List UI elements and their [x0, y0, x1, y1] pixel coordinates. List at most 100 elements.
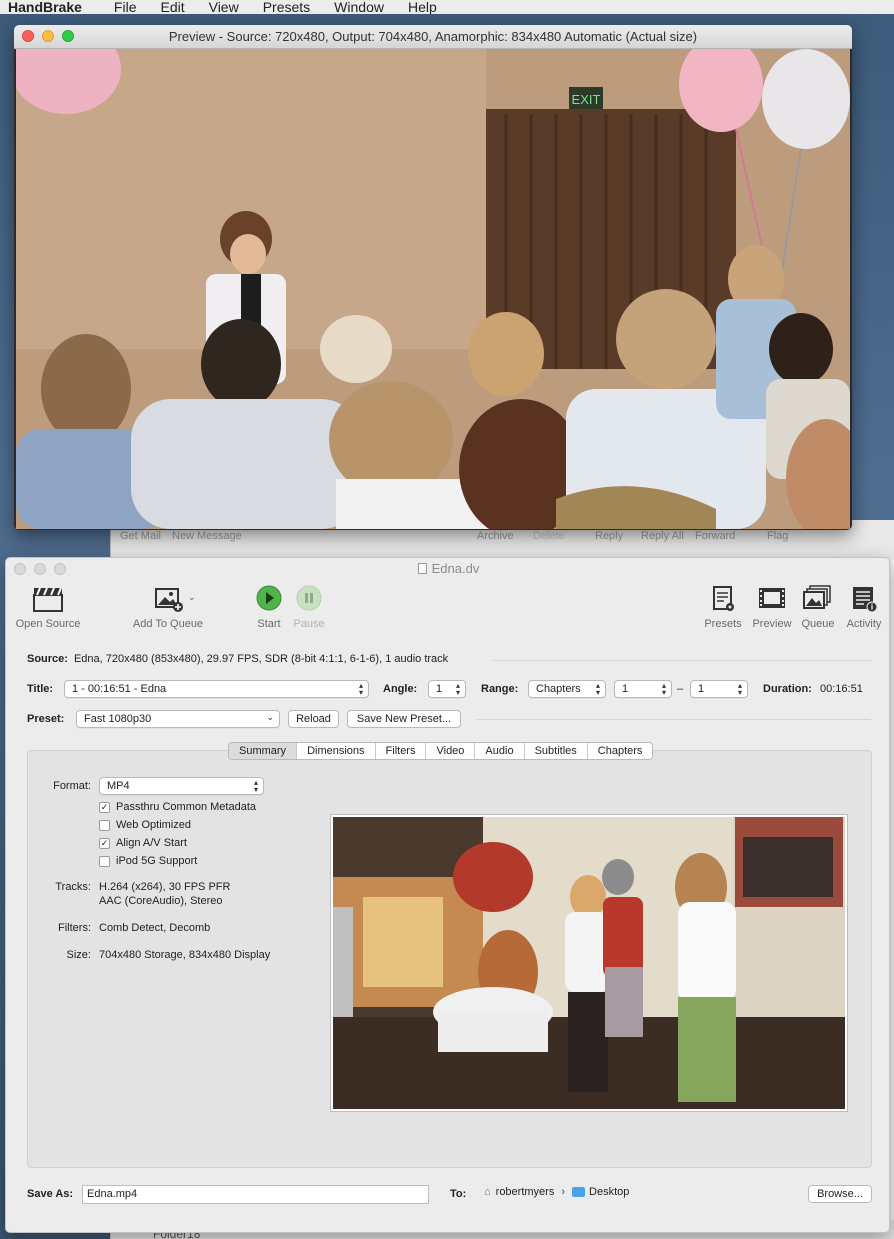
range-end-select[interactable]: 1 ▴ ▾	[690, 680, 748, 698]
chevron-down-icon[interactable]: ⌄	[188, 592, 196, 603]
zoom-icon[interactable]	[62, 30, 74, 42]
tab-audio[interactable]: Audio	[474, 743, 524, 759]
preview-video-frame[interactable]: EXIT	[16, 49, 850, 529]
tab-filters[interactable]: Filters	[374, 743, 426, 759]
save-as-label: Save As:	[27, 1188, 74, 1200]
path-user: robertmyers	[495, 1186, 555, 1198]
checkbox-passthru-metadata[interactable]: ✓ Passthru Common Metadata	[99, 801, 256, 813]
film-strip-icon	[756, 584, 788, 614]
open-source-button[interactable]: Open Source	[12, 584, 84, 630]
checkbox-label: Passthru Common Metadata	[116, 801, 257, 813]
play-icon	[253, 584, 285, 614]
size-label: Size:	[66, 949, 91, 961]
mail-flag[interactable]: Flag	[767, 530, 788, 542]
checkbox-checked-icon: ✓	[99, 837, 110, 849]
source-info: Source: Edna, 720x480 (853x480), 29.97 FP…	[27, 653, 448, 665]
folder-icon	[572, 1187, 586, 1197]
mail-delete[interactable]: Delete	[533, 530, 565, 542]
queue-button[interactable]: Queue	[798, 584, 838, 630]
activity-log-icon	[848, 584, 880, 614]
home-icon: ⌂	[484, 1186, 491, 1198]
updown-arrows-icon: ▴ ▾	[358, 681, 363, 697]
start-label: Start	[257, 618, 281, 630]
checkbox-align-av-start[interactable]: ✓ Align A/V Start	[99, 837, 187, 849]
range-start-value: 1	[622, 683, 629, 695]
minimize-icon[interactable]	[42, 30, 54, 42]
main-window-title: Edna.dv	[6, 558, 889, 580]
tab-summary[interactable]: Summary	[229, 743, 297, 759]
tab-subtitles[interactable]: Subtitles	[523, 743, 587, 759]
pause-icon	[293, 584, 325, 614]
start-button[interactable]: Start	[248, 584, 290, 630]
document-icon	[417, 563, 427, 574]
tab-chapters[interactable]: Chapters	[586, 743, 653, 759]
range-type-select[interactable]: Chapters ▴ ▾	[528, 680, 606, 698]
format-label: Format:	[53, 780, 91, 792]
destination-path[interactable]: ⌂ robertmyers › Desktop	[484, 1186, 629, 1198]
pause-button[interactable]: Pause	[288, 584, 330, 630]
presets-button[interactable]: Presets	[701, 584, 745, 630]
queue-icon	[802, 584, 834, 614]
angle-select-value: 1	[436, 683, 443, 695]
chevron-down-icon: ⌄	[266, 712, 274, 722]
destination-label: To:	[450, 1188, 467, 1200]
tab-dimensions[interactable]: Dimensions	[296, 743, 375, 759]
updown-arrows-icon: ▴ ▾	[737, 681, 742, 697]
save-new-preset-button[interactable]: Save New Preset...	[347, 710, 461, 728]
thumbnail-image	[333, 817, 845, 1109]
mail-get-mail[interactable]: Get Mail	[120, 530, 161, 542]
preview-titlebar: Preview - Source: 720x480, Output: 704x4…	[14, 25, 852, 49]
format-select[interactable]: MP4 ▴ ▾	[99, 777, 264, 795]
pause-label: Pause	[293, 618, 325, 630]
range-start-select[interactable]: 1 ▴ ▾	[614, 680, 672, 698]
menu-bar: HandBrake File Edit View Presets Window …	[0, 0, 894, 14]
title-label: Title:	[27, 683, 54, 695]
menu-view[interactable]: View	[197, 0, 251, 14]
preview-button[interactable]: Preview	[750, 584, 794, 630]
mail-archive[interactable]: Archive	[477, 530, 514, 542]
add-to-queue-button[interactable]: Add To Queue	[128, 584, 208, 630]
save-as-input[interactable]: Edna.mp4	[82, 1185, 429, 1204]
range-label: Range:	[481, 683, 519, 695]
duration-value: 00:16:51	[820, 683, 863, 695]
menu-app-name[interactable]: HandBrake	[0, 0, 102, 14]
activity-button[interactable]: Activity	[842, 584, 886, 630]
menu-presets[interactable]: Presets	[251, 0, 322, 14]
menu-help[interactable]: Help	[396, 0, 449, 14]
activity-label: Activity	[846, 618, 882, 630]
checkbox-unchecked-icon	[99, 819, 110, 831]
mail-reply[interactable]: Reply	[595, 530, 623, 542]
mail-reply-all[interactable]: Reply All	[641, 530, 684, 542]
menu-edit[interactable]: Edit	[148, 0, 196, 14]
preview-title: Preview - Source: 720x480, Output: 704x4…	[168, 29, 698, 44]
open-source-label: Open Source	[15, 618, 81, 630]
checkbox-checked-icon: ✓	[99, 801, 110, 813]
checkbox-ipod-5g-support[interactable]: iPod 5G Support	[99, 855, 197, 867]
tab-video[interactable]: Video	[425, 743, 475, 759]
close-icon[interactable]	[22, 30, 34, 42]
menu-file[interactable]: File	[102, 0, 149, 14]
queue-label: Queue	[801, 618, 835, 630]
preset-label: Preset:	[27, 713, 65, 725]
updown-arrows-icon: ▴ ▾	[595, 681, 600, 697]
angle-select[interactable]: 1 ▴ ▾	[428, 680, 466, 698]
updown-arrows-icon: ▴ ▾	[253, 778, 258, 794]
summary-preview-thumbnail[interactable]	[330, 814, 848, 1112]
browse-button[interactable]: Browse...	[808, 1185, 872, 1203]
chevron-right-icon: ›	[561, 1186, 566, 1198]
checkbox-web-optimized[interactable]: Web Optimized	[99, 819, 191, 831]
title-select[interactable]: 1 - 00:16:51 - Edna ▴ ▾	[64, 680, 369, 698]
filters-label: Filters:	[58, 922, 91, 934]
add-to-queue-label: Add To Queue	[132, 618, 204, 630]
menu-window[interactable]: Window	[322, 0, 396, 14]
format-select-value: MP4	[107, 780, 130, 792]
checkbox-label: Align A/V Start	[116, 837, 187, 849]
settings-tabs: Summary Dimensions Filters Video Audio S…	[228, 742, 654, 760]
preview-window: Preview - Source: 720x480, Output: 704x4…	[14, 25, 852, 530]
mail-forward[interactable]: Forward	[695, 530, 735, 542]
duration-label: Duration:	[763, 683, 812, 695]
mail-new-message[interactable]: New Message	[172, 530, 242, 542]
reload-button[interactable]: Reload	[288, 710, 339, 728]
preset-select[interactable]: Fast 1080p30 ⌄	[76, 710, 280, 728]
tracks-label: Tracks:	[55, 881, 91, 893]
